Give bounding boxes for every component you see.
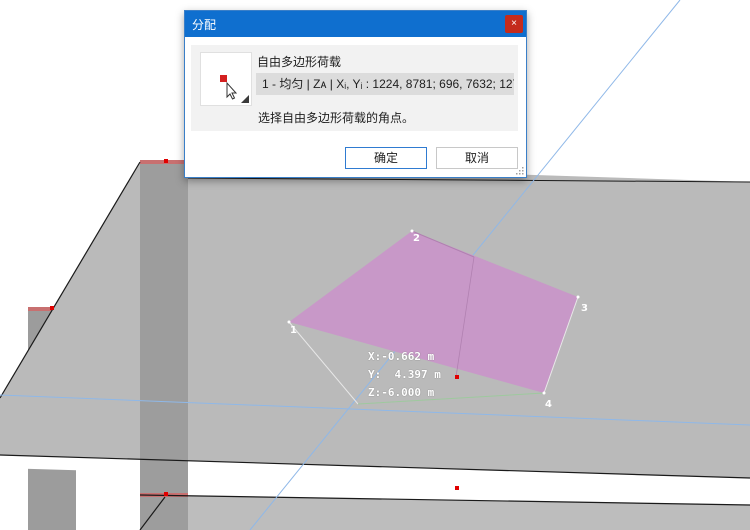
dialog-title: 分配 <box>192 18 217 32</box>
cancel-button[interactable]: 取消 <box>436 147 518 169</box>
close-button[interactable]: × <box>505 15 523 33</box>
coord-y-readout: Y: 4.397 m <box>368 368 441 381</box>
coord-x-readout: X:-0.662 m <box>368 350 435 363</box>
instruction-text: 选择自由多边形荷载的角点。 <box>258 111 415 125</box>
dialog-content: 自由多边形荷载 1 - 均匀 | Zᴀ | Xᵢ, Yᵢ : 1224, 878… <box>191 45 518 131</box>
vertex-label-3: 3 <box>581 303 588 314</box>
ok-button[interactable]: 确定 <box>345 147 427 169</box>
vertex-label-1: 1 <box>290 325 297 336</box>
marker-point <box>164 159 168 163</box>
assign-dialog: 分配 × 自由多边形荷载 1 - 均匀 | Zᴀ | Xᵢ, Yᵢ : 1224… <box>184 10 527 178</box>
vertex-label-4: 4 <box>545 399 552 410</box>
marker-point <box>164 492 168 496</box>
marker-point <box>50 306 54 310</box>
vertex-label-2: 2 <box>413 233 420 244</box>
polygon-pick-cursor-icon <box>200 52 252 106</box>
load-info-field: 1 - 均匀 | Zᴀ | Xᵢ, Yᵢ : 1224, 8781; 696, … <box>256 73 514 95</box>
close-icon: × <box>511 18 517 29</box>
load-type-heading: 自由多边形荷载 <box>257 55 342 69</box>
marker-point <box>455 375 459 379</box>
resize-grip[interactable] <box>516 167 524 175</box>
dialog-titlebar[interactable]: 分配 × <box>185 11 526 37</box>
column-center <box>140 162 188 530</box>
marker-point <box>455 486 459 490</box>
coord-z-readout: Z:-6.000 m <box>368 386 435 399</box>
